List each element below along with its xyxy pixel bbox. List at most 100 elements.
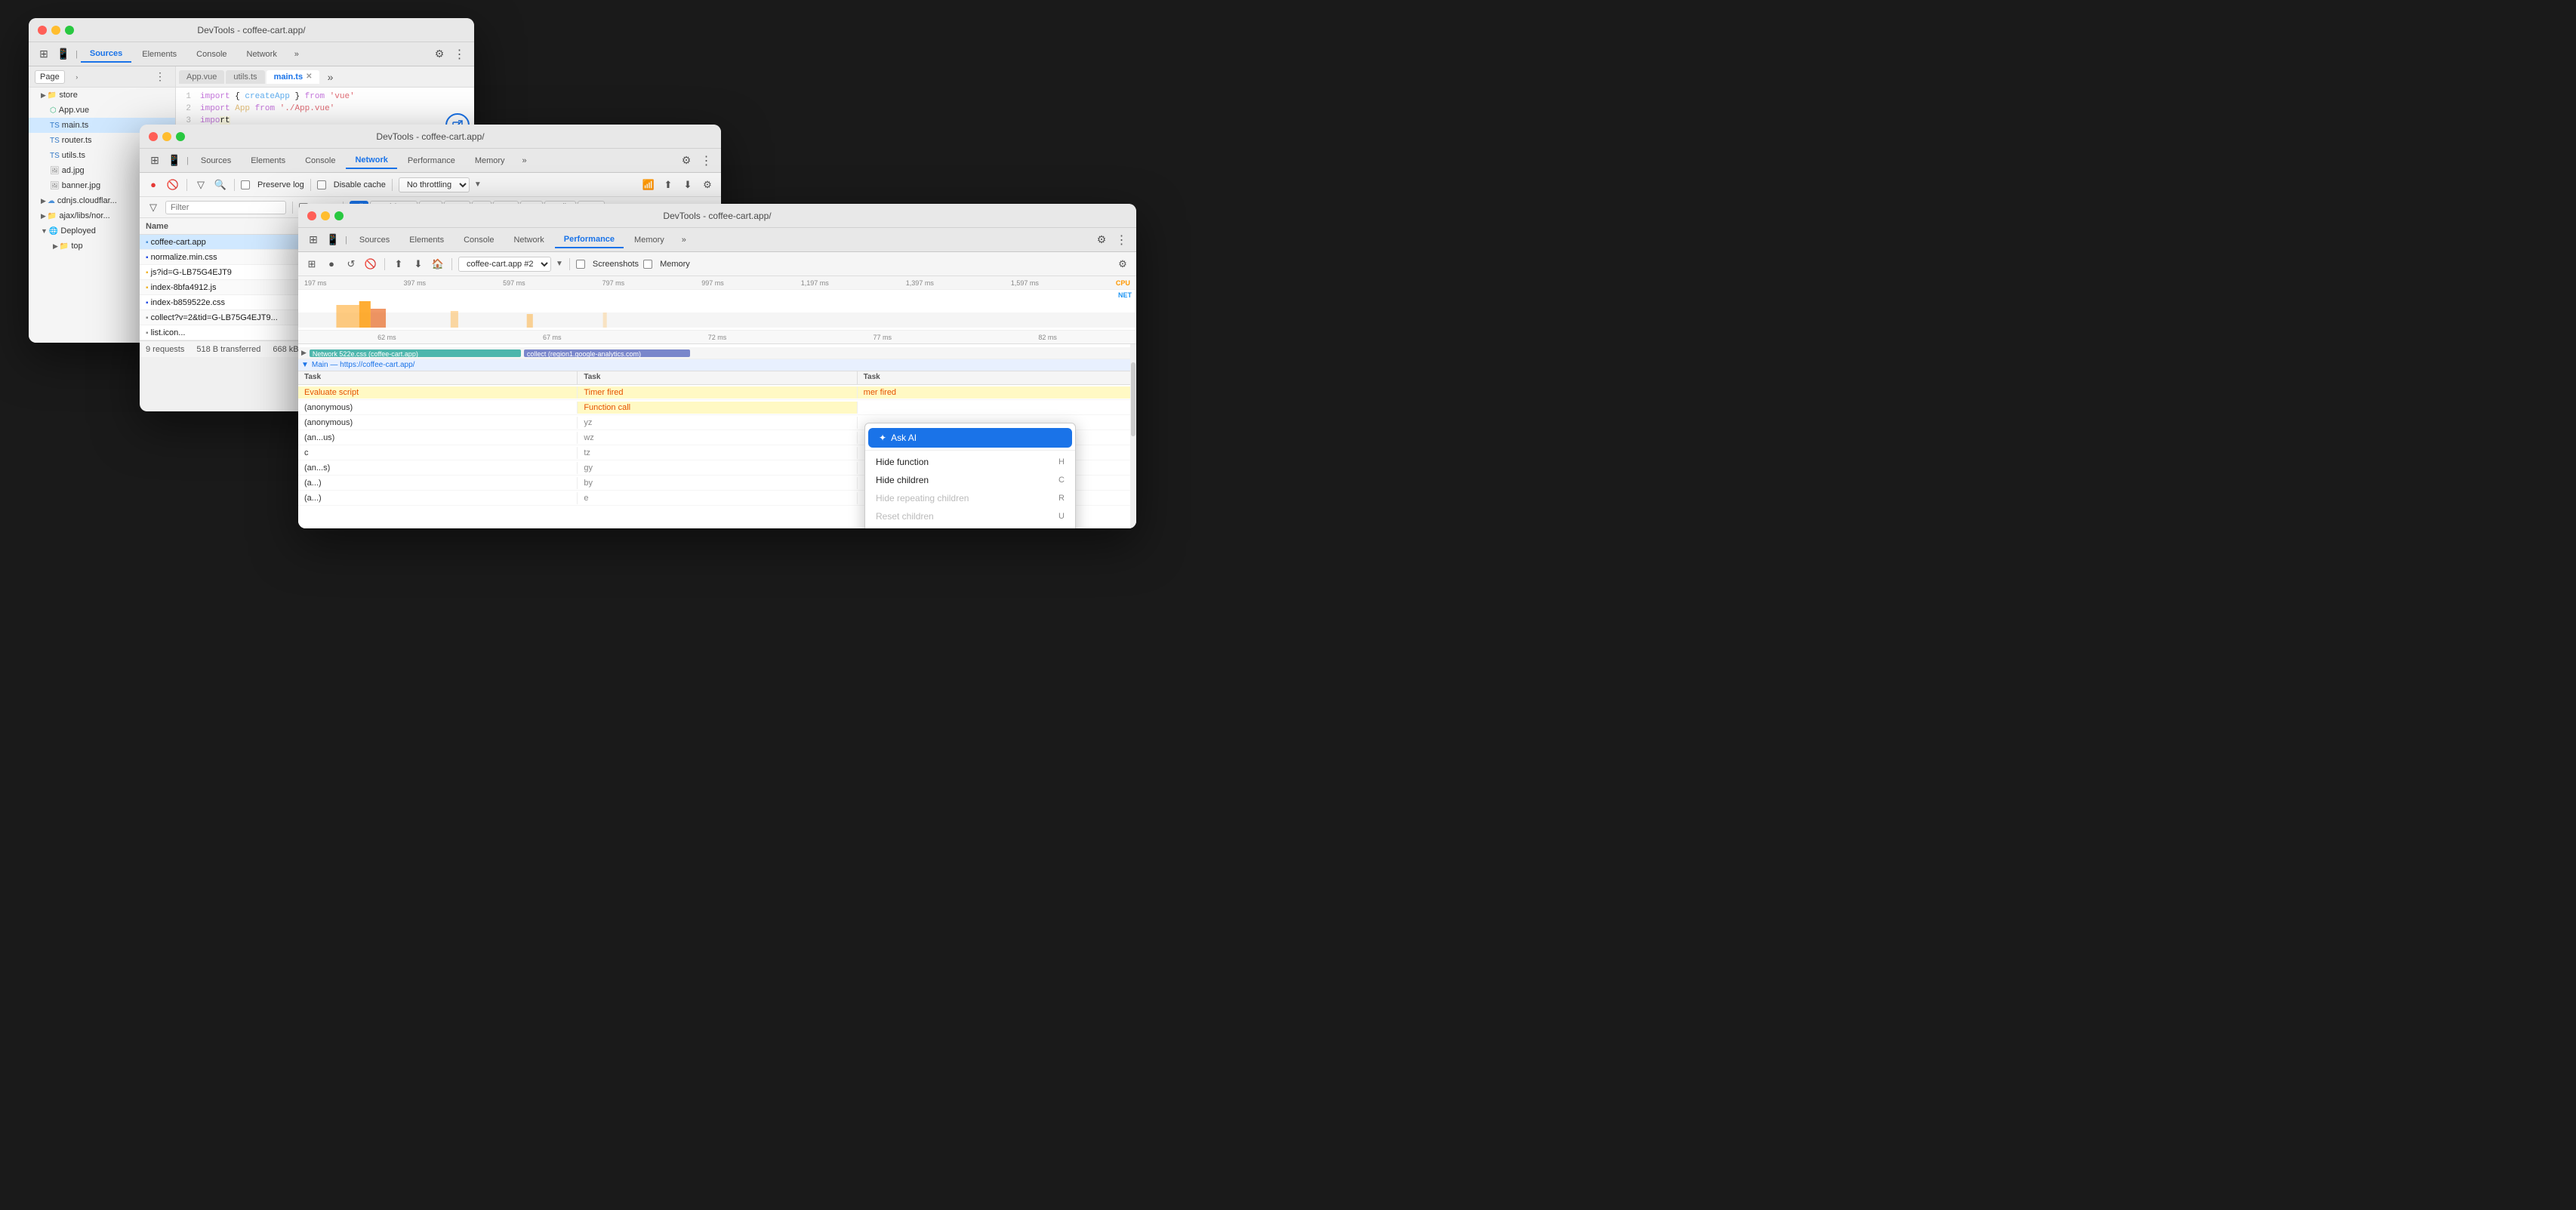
minimize-button[interactable]	[51, 26, 60, 35]
tab3-memory[interactable]: Memory	[625, 232, 673, 248]
filter-icon[interactable]: ▽	[193, 177, 208, 192]
hide-function-label: Hide function	[876, 457, 929, 467]
vertical-scrollbar[interactable]	[1130, 344, 1136, 528]
tree-label-deployed: Deployed	[60, 226, 95, 236]
tab-console[interactable]: Console	[187, 47, 236, 62]
network-trace-bar-2[interactable]: collect (region1.google-analytics.com)	[524, 349, 690, 357]
tree-item-appvue[interactable]: ⬡ App.vue	[29, 103, 175, 118]
close-button[interactable]	[38, 26, 47, 35]
target-select[interactable]: coffee-cart.app #2	[458, 257, 551, 272]
editor-tab-maints[interactable]: main.ts ✕	[267, 70, 320, 84]
sidebar-more-icon[interactable]: ⋮	[151, 68, 169, 86]
more-tabs-icon-2[interactable]: »	[516, 152, 534, 170]
tab3-elements[interactable]: Elements	[400, 232, 453, 248]
search-icon[interactable]: 🔍	[213, 177, 228, 192]
perf-clear-icon[interactable]: 🚫	[363, 257, 378, 272]
screenshots-checkbox[interactable]	[576, 260, 585, 269]
tree-label-top: top	[71, 242, 82, 251]
cloud-icon-cdnjs: ☁	[48, 197, 55, 205]
call-0-col1: Evaluate script	[298, 386, 578, 399]
ask-ai-button[interactable]: ✦ Ask AI	[868, 428, 1072, 448]
minimize-button-2[interactable]	[162, 132, 171, 141]
editor-tab-utilsts[interactable]: utils.ts	[226, 70, 264, 84]
maximize-button-3[interactable]	[334, 211, 344, 220]
network-trace-bar-1[interactable]: Network 522e.css (coffee-cart.app)	[310, 349, 521, 357]
perf-record-icon[interactable]: ●	[324, 257, 339, 272]
tab3-network[interactable]: Network	[504, 232, 553, 248]
maximize-button[interactable]	[65, 26, 74, 35]
tab2-performance[interactable]: Performance	[399, 153, 464, 168]
inspector-icon[interactable]: ⊞	[35, 45, 53, 63]
more-tabs-icon-3[interactable]: »	[675, 231, 693, 249]
reset-children-shortcut: U	[1058, 512, 1065, 521]
chevron-icon[interactable]: ›	[68, 68, 86, 86]
settings-icon[interactable]: ⚙	[430, 45, 448, 63]
tab2-memory[interactable]: Memory	[466, 153, 514, 168]
maximize-button-2[interactable]	[176, 132, 185, 141]
close-tab-maints[interactable]: ✕	[306, 72, 312, 81]
settings-icon-3[interactable]: ⚙	[1092, 231, 1111, 249]
tab-network[interactable]: Network	[238, 47, 286, 62]
inspector-icon-2[interactable]: ⊞	[146, 152, 164, 170]
upload-icon[interactable]: ⬆	[661, 177, 676, 192]
tab2-network[interactable]: Network	[346, 152, 396, 169]
disable-cache-checkbox[interactable]	[317, 180, 326, 189]
tab-sources[interactable]: Sources	[81, 46, 131, 63]
tab2-console[interactable]: Console	[296, 153, 344, 168]
call-row-0[interactable]: Evaluate script Timer fired mer fired	[298, 385, 1136, 400]
network-settings-icon[interactable]: ⚙	[700, 177, 715, 192]
download-icon[interactable]: ⬇	[680, 177, 695, 192]
tab3-performance[interactable]: Performance	[555, 232, 624, 248]
call-5-col1: (an...s)	[298, 462, 578, 474]
device-icon-3[interactable]: 📱	[324, 231, 342, 249]
inspector-icon-3[interactable]: ⊞	[304, 231, 322, 249]
more-options-icon-2[interactable]: ⋮	[697, 152, 715, 170]
close-button-2[interactable]	[149, 132, 158, 141]
more-tabs-icon[interactable]: »	[288, 45, 306, 63]
tab3-sources[interactable]: Sources	[350, 232, 399, 248]
settings-icon-2[interactable]: ⚙	[677, 152, 695, 170]
clear-button[interactable]: 🚫	[165, 177, 180, 192]
record-button[interactable]: ●	[146, 177, 161, 192]
perf-gear-icon[interactable]: ⚙	[1115, 257, 1130, 272]
tab2-elements[interactable]: Elements	[242, 153, 294, 168]
preserve-log-checkbox[interactable]	[241, 180, 250, 189]
menu-hide-children[interactable]: Hide children C	[865, 471, 1075, 489]
memory-checkbox[interactable]	[643, 260, 652, 269]
tree-item-store[interactable]: ▶ 📁 store	[29, 88, 175, 103]
editor-tab-appvue[interactable]: App.vue	[179, 70, 224, 84]
filter-input[interactable]	[165, 201, 286, 214]
perf-panel-icon[interactable]: ⊞	[304, 257, 319, 272]
page-button[interactable]: Page	[35, 70, 65, 84]
more-options-icon[interactable]: ⋮	[450, 45, 468, 63]
filter-funnel-icon[interactable]: ▽	[146, 200, 161, 215]
ts-icon-router: TS	[50, 137, 60, 145]
screenshots-label: Screenshots	[593, 260, 639, 269]
more-options-icon-3[interactable]: ⋮	[1112, 231, 1130, 249]
tab3-console[interactable]: Console	[454, 232, 503, 248]
perf-download-icon[interactable]: ⬇	[411, 257, 426, 272]
tab2-sources[interactable]: Sources	[192, 153, 240, 168]
perf-reload-icon[interactable]: ↺	[344, 257, 359, 272]
perf-home-icon[interactable]: 🏠	[430, 257, 445, 272]
device-icon-2[interactable]: 📱	[165, 152, 183, 170]
tab-elements[interactable]: Elements	[133, 47, 186, 62]
fetch-icon-5: ▪	[146, 314, 149, 322]
divider: |	[74, 50, 79, 59]
wifi-icon[interactable]: 📶	[641, 177, 656, 192]
throttle-select[interactable]: No throttling	[399, 177, 470, 192]
tree-label-store: store	[59, 91, 77, 100]
code-line-2: 2 import App from './App.vue'	[176, 103, 474, 115]
tree-label-cdnjs: cdnjs.cloudflar...	[57, 196, 117, 205]
menu-hide-function[interactable]: Hide function H	[865, 453, 1075, 471]
row-3-name: ▪ index-8bfa4912.js	[140, 283, 321, 292]
scrollbar-thumb[interactable]	[1131, 362, 1135, 436]
more-tabs-editor-icon[interactable]: »	[321, 68, 339, 86]
tree-label-utilsts: utils.ts	[62, 151, 85, 160]
close-button-3[interactable]	[307, 211, 316, 220]
call-row-1[interactable]: (anonymous) Function call	[298, 400, 1136, 415]
minimize-button-3[interactable]	[321, 211, 330, 220]
device-icon[interactable]: 📱	[54, 45, 72, 63]
perf-upload-icon[interactable]: ⬆	[391, 257, 406, 272]
row-5-name: ▪ collect?v=2&tid=G-LB75G4EJT9...	[140, 313, 321, 322]
